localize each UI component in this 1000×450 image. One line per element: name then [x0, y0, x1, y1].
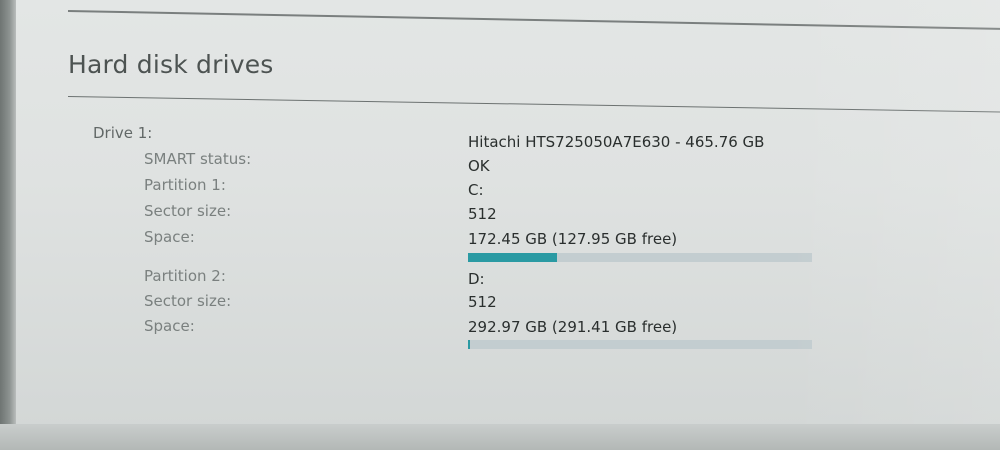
- monitor-bezel-bottom: [0, 424, 1000, 450]
- smart-status-value: OK: [468, 157, 490, 175]
- screen-glare: [780, 0, 1000, 450]
- drive-label: Drive 1:: [93, 124, 153, 142]
- partition-1-letter: C:: [468, 181, 484, 199]
- partition-2-sector-label: Sector size:: [144, 292, 232, 310]
- partition-2-label: Partition 2:: [144, 267, 226, 285]
- screen: Hard disk drives Drive 1: Hitachi HTS725…: [0, 0, 1000, 450]
- partition-1-space-label: Space:: [144, 228, 195, 246]
- partition-1-label: Partition 1:: [144, 176, 226, 194]
- partition-2-letter: D:: [468, 270, 485, 288]
- section-title: Hard disk drives: [68, 50, 274, 79]
- title-divider: [67, 96, 1000, 113]
- partition-2-usage-bar: [468, 340, 812, 349]
- partition-1-space-value: 172.45 GB (127.95 GB free): [468, 230, 678, 248]
- partition-2-space-value: 292.97 GB (291.41 GB free): [468, 318, 678, 336]
- partition-2-usage-fill: [468, 340, 471, 349]
- monitor-bezel-left: [0, 0, 16, 450]
- partition-1-usage-bar: [468, 253, 812, 262]
- partition-2-sector-value: 512: [468, 293, 497, 311]
- smart-status-label: SMART status:: [144, 150, 252, 168]
- partition-1-usage-fill: [468, 253, 557, 262]
- partition-2-space-label: Space:: [144, 317, 195, 335]
- partition-1-sector-value: 512: [468, 205, 497, 223]
- drive-name: Hitachi HTS725050A7E630 - 465.76 GB: [468, 133, 765, 151]
- top-divider: [67, 10, 1000, 31]
- partition-1-sector-label: Sector size:: [144, 202, 232, 220]
